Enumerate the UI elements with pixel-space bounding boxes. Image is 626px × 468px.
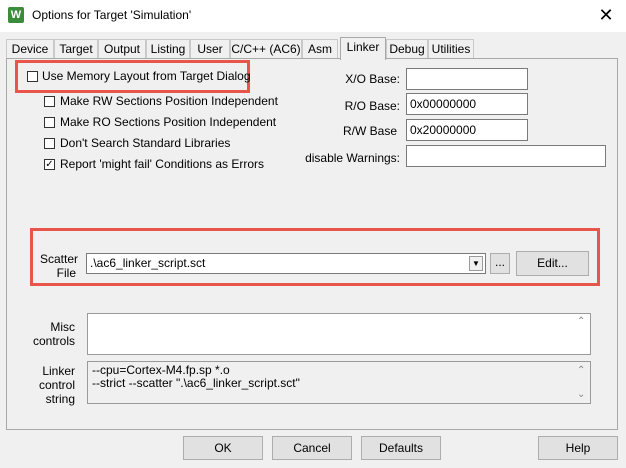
linker-control-label: Linker control string [30,364,75,406]
scatter-file-label: Scatter File [40,252,79,280]
ro-base-label: R/O Base: [344,99,400,113]
scatter-file-value: .\ac6_linker_script.sct [90,256,206,270]
scroll-up-icon[interactable]: ⌃ [577,316,585,327]
rw-position-independent-checkbox[interactable] [44,96,55,107]
linker-control-scrollbar[interactable]: ⌃ ⌄ [574,362,590,403]
use-memory-layout-checkbox[interactable] [27,71,38,82]
tab-utilities[interactable]: Utilities [428,39,474,58]
tab-debug[interactable]: Debug [386,39,428,58]
window-title: Options for Target 'Simulation' [32,8,192,22]
tab-target[interactable]: Target [54,39,98,58]
disable-warnings-input[interactable] [406,145,606,167]
chevron-down-icon[interactable]: ▼ [469,256,483,271]
dont-search-libraries-checkbox[interactable] [44,138,55,149]
tab-listing[interactable]: Listing [146,39,190,58]
scroll-up-icon[interactable]: ⌃ [577,364,585,377]
misc-label-line2: controls [32,334,75,348]
disable-warnings-label: disable Warnings: [305,151,400,165]
linker-label-line1: Linker [42,364,75,378]
ro-position-independent-label: Make RO Sections Position Independent [60,115,277,129]
linker-label-line3: string [45,392,75,406]
app-icon: W [8,7,24,23]
scatter-label-line2: File [56,266,76,280]
linker-control-string[interactable]: --cpu=Cortex-M4.fp.sp *.o --strict --sca… [87,361,591,404]
report-might-fail-checkbox[interactable]: ✓ [44,159,55,170]
tab-device[interactable]: Device [6,39,54,58]
tab-linker[interactable]: Linker [340,37,386,60]
close-icon[interactable]: ✕ [594,4,618,28]
ro-position-independent-checkbox[interactable] [44,117,55,128]
rw-base-label: R/W Base [342,124,397,138]
help-button[interactable]: Help [538,436,618,460]
cancel-button[interactable]: Cancel [272,436,352,460]
scroll-down-icon[interactable]: ⌄ [577,388,585,401]
tab-output[interactable]: Output [98,39,146,58]
misc-controls-label: Misc controls [30,320,75,348]
browse-button[interactable]: ... [490,253,510,274]
misc-controls-textarea[interactable]: ⌃ [87,313,591,355]
dont-search-libraries-label: Don't Search Standard Libraries [60,136,231,150]
xo-base-label: X/O Base: [345,72,400,86]
tab-user[interactable]: User [190,39,230,58]
ro-base-input[interactable]: 0x00000000 [406,93,528,115]
rw-position-independent-label: Make RW Sections Position Independent [60,94,278,108]
misc-label-line1: Misc [50,320,75,334]
scatter-file-combo[interactable]: .\ac6_linker_script.sct ▼ [86,253,486,274]
use-memory-layout-label: Use Memory Layout from Target Dialog [42,69,251,83]
tab-asm[interactable]: Asm [302,39,338,58]
edit-button[interactable]: Edit... [516,251,589,276]
rw-base-input[interactable]: 0x20000000 [406,119,528,141]
misc-scrollbar[interactable]: ⌃ [574,314,590,354]
linker-control-line2: --strict --scatter ".\ac6_linker_script.… [92,376,300,390]
scatter-label-line1: Scatter [40,252,79,266]
tab-c-cpp-ac6[interactable]: C/C++ (AC6) [230,39,302,58]
checkmark-icon: ✓ [45,159,54,170]
linker-label-line2: control [38,378,75,392]
xo-base-input[interactable] [406,68,528,90]
report-might-fail-label: Report 'might fail' Conditions as Errors [60,157,264,171]
ok-button[interactable]: OK [183,436,263,460]
defaults-button[interactable]: Defaults [361,436,441,460]
